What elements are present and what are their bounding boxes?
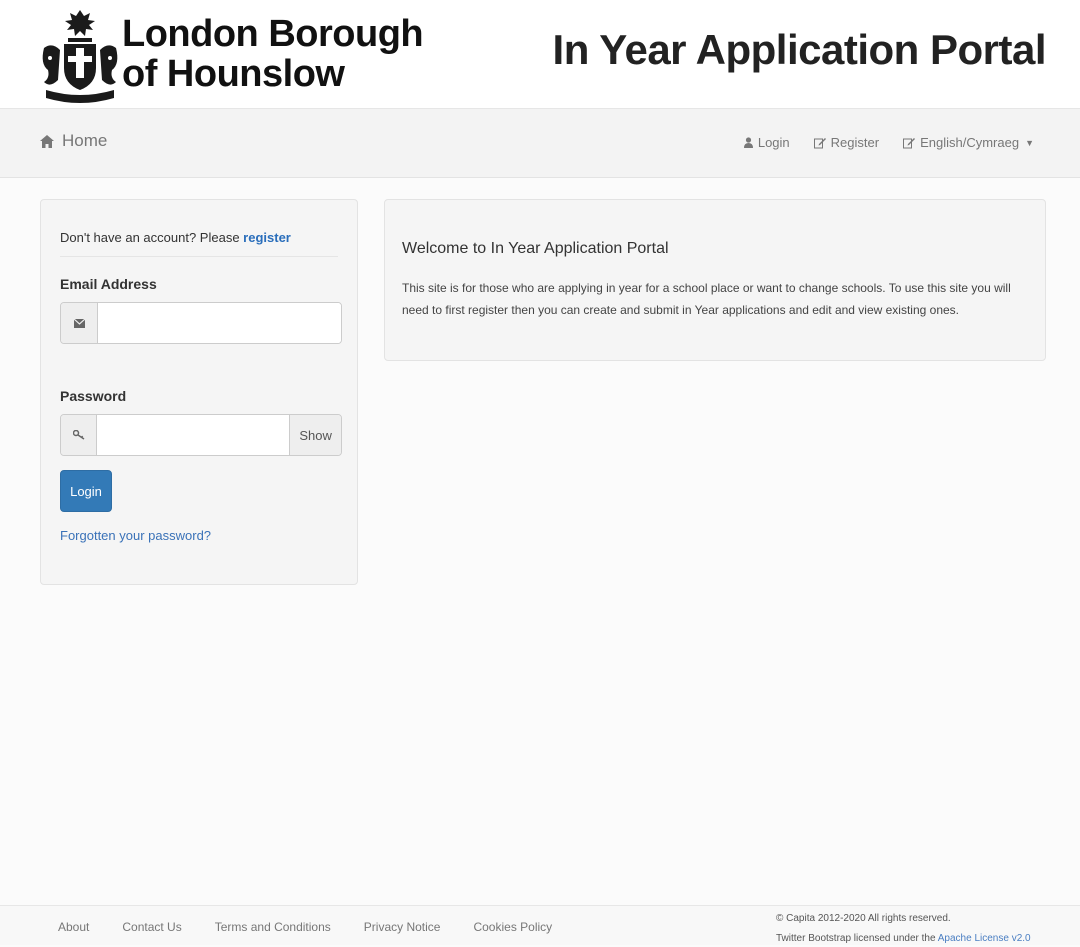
- brand-name: London Borough of Hounslow: [122, 13, 424, 95]
- portal-title: In Year Application Portal: [552, 26, 1047, 73]
- footer: About Contact Us Terms and Conditions Pr…: [0, 905, 1080, 945]
- footer-link-terms[interactable]: Terms and Conditions: [215, 920, 331, 934]
- license-text: Twitter Bootstrap licensed under the Apa…: [776, 931, 1031, 947]
- nav-register-link[interactable]: Register: [813, 135, 880, 150]
- user-icon: [743, 137, 753, 148]
- password-label: Password: [60, 388, 127, 404]
- welcome-body: This site is for those who are applying …: [402, 281, 1011, 317]
- footer-link-cookies[interactable]: Cookies Policy: [473, 920, 552, 934]
- brand-line-1: London Borough: [122, 13, 424, 55]
- copyright-text: © Capita 2012-2020 All rights reserved.: [776, 913, 951, 924]
- divider: [60, 256, 338, 257]
- password-field[interactable]: [97, 415, 290, 455]
- language-label: English/Cymraeg: [920, 135, 1020, 150]
- nav-login-link[interactable]: Login: [743, 135, 790, 150]
- nav-home-label: Home: [62, 131, 108, 150]
- password-input-group: Show: [60, 414, 342, 456]
- footer-link-privacy[interactable]: Privacy Notice: [364, 920, 441, 934]
- email-input-group: [60, 302, 342, 344]
- nav-login-label: Login: [757, 135, 790, 150]
- forgot-password-link[interactable]: Forgotten your password?: [60, 528, 211, 543]
- signup-prompt: Don't have an account? Please register: [60, 230, 291, 245]
- nav-register-label: Register: [830, 135, 880, 150]
- email-field[interactable]: [98, 303, 341, 343]
- license-prefix: Twitter Bootstrap licensed under the: [776, 933, 938, 944]
- edit-icon: [813, 137, 826, 148]
- navbar: Home Login Register English/Cymraeg ▼: [0, 108, 1080, 178]
- crest-logo: [42, 10, 118, 103]
- welcome-title: Welcome to In Year Application Portal: [402, 240, 669, 257]
- footer-link-about[interactable]: About: [58, 920, 89, 934]
- nav-home-link[interactable]: Home: [40, 131, 107, 151]
- edit-icon: [903, 137, 916, 148]
- login-panel: Don't have an account? Please register E…: [40, 199, 358, 585]
- caret-down-icon: ▼: [1025, 137, 1034, 148]
- key-icon: [61, 415, 98, 455]
- home-icon: [40, 134, 54, 148]
- language-dropdown[interactable]: English/Cymraeg ▼: [903, 135, 1034, 150]
- footer-link-contact[interactable]: Contact Us: [122, 920, 181, 934]
- envelope-icon: [61, 303, 98, 343]
- site-header: London Borough of Hounslow In Year Appli…: [0, 0, 1080, 108]
- apache-license-link[interactable]: Apache License v2.0: [938, 933, 1031, 944]
- register-link[interactable]: register: [243, 230, 291, 245]
- brand-line-2: of Hounslow: [122, 53, 345, 95]
- email-label: Email Address: [60, 276, 157, 292]
- welcome-panel: Welcome to In Year Application Portal Th…: [384, 199, 1046, 361]
- login-button[interactable]: Login: [60, 470, 112, 512]
- show-password-button[interactable]: Show: [289, 415, 341, 455]
- signup-prompt-text: Don't have an account? Please: [60, 230, 244, 245]
